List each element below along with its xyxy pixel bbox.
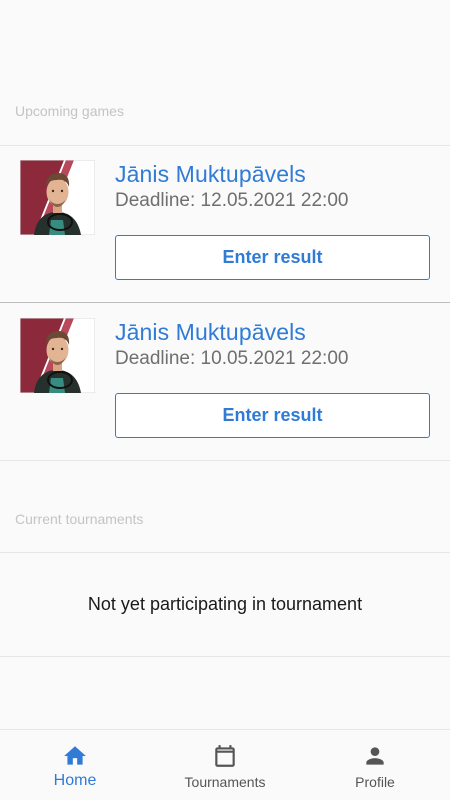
player-name[interactable]: Jānis Muktupāvels <box>115 161 306 188</box>
person-icon <box>366 747 384 765</box>
home-icon <box>64 746 86 765</box>
empty-tournaments-message: Not yet participating in tournament <box>87 594 363 614</box>
nav-label: Home <box>53 772 97 789</box>
home-screen: Upcoming games Jānis Muktupāvels Deadlin… <box>0 0 450 800</box>
game-card: Jānis Muktupāvels Deadline: 12.05.2021 2… <box>0 145 450 302</box>
bottom-navigation: Home Tournaments Profile <box>0 729 450 800</box>
enter-result-button[interactable]: Enter result <box>115 235 430 280</box>
current-tournaments-header: Current tournaments <box>15 511 144 527</box>
divider <box>0 460 450 461</box>
nav-label: Tournaments <box>184 774 266 790</box>
upcoming-games-header: Upcoming games <box>15 103 124 119</box>
divider <box>0 552 450 553</box>
divider <box>0 656 450 657</box>
player-photo <box>20 160 95 235</box>
avatar <box>20 160 95 235</box>
game-card: Jānis Muktupāvels Deadline: 10.05.2021 2… <box>0 303 450 460</box>
nav-label: Profile <box>355 774 395 790</box>
nav-home[interactable]: Home <box>0 730 150 800</box>
enter-result-button[interactable]: Enter result <box>115 393 430 438</box>
nav-tournaments[interactable]: Tournaments <box>150 730 300 800</box>
deadline-text: Deadline: 10.05.2021 22:00 <box>115 348 349 369</box>
avatar <box>20 318 95 393</box>
nav-profile[interactable]: Profile <box>300 730 450 800</box>
player-name[interactable]: Jānis Muktupāvels <box>115 319 306 346</box>
player-photo <box>20 318 95 393</box>
calendar-icon <box>215 745 235 767</box>
deadline-text: Deadline: 12.05.2021 22:00 <box>115 190 349 211</box>
